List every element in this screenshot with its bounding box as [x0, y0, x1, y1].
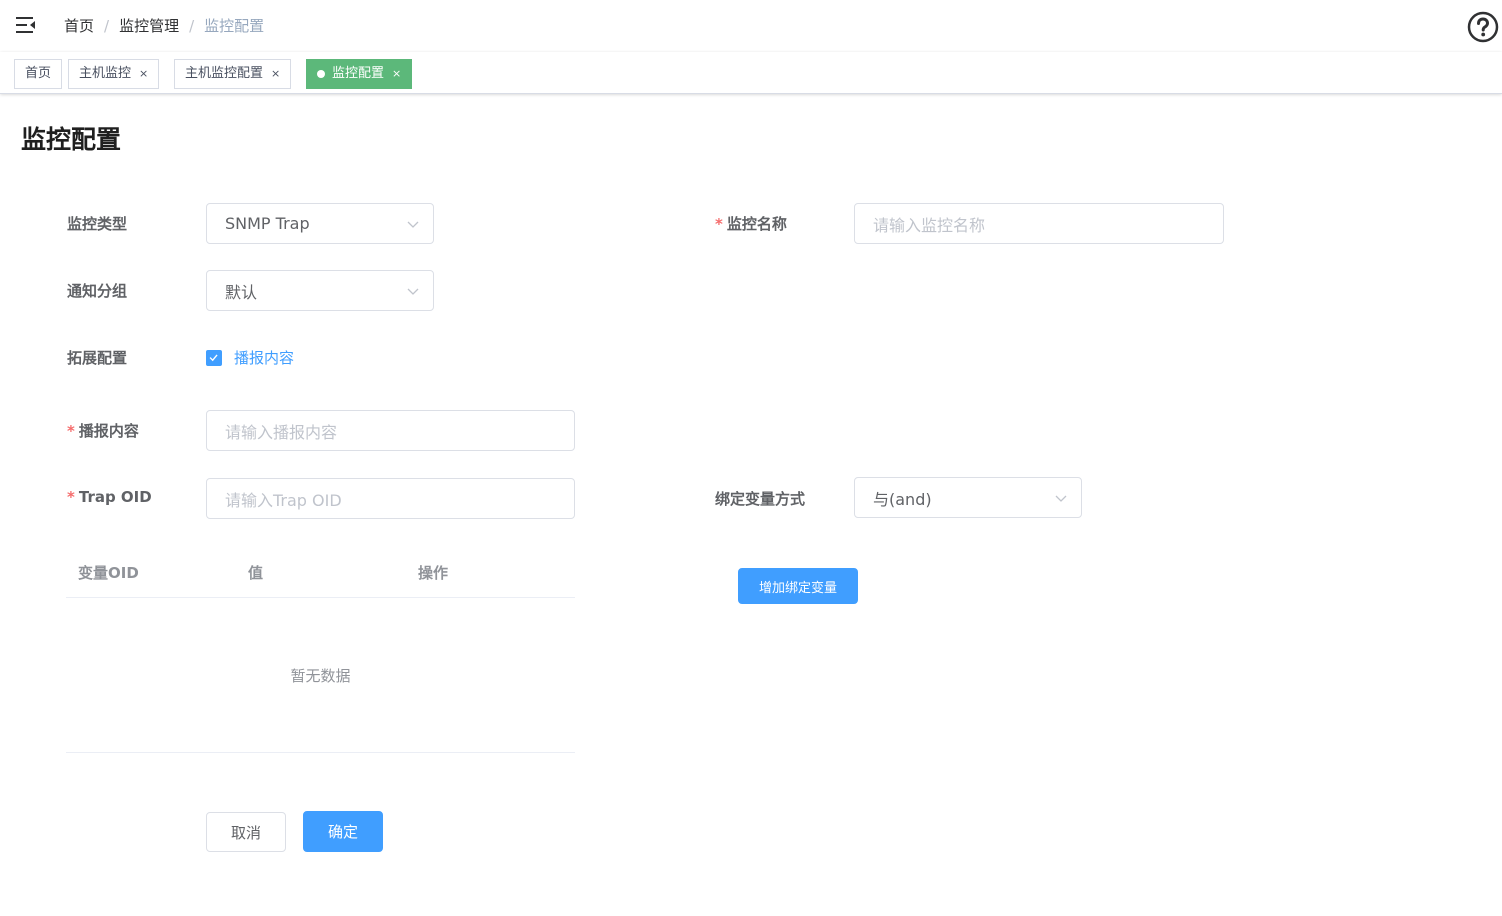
broadcast-label: * 播报内容 [67, 420, 139, 441]
tag-label: 主机监控配置 [185, 66, 264, 81]
bind-mode-value: 与(and) [873, 489, 932, 509]
monitor-name-placeholder: 请输入监控名称 [873, 215, 986, 235]
tag-label: 首页 [25, 66, 52, 81]
notify-group-select[interactable]: 默认 [206, 270, 434, 311]
tag-label: 主机监控 [79, 66, 132, 81]
broadcast-checkbox-label[interactable]: 播报内容 [234, 347, 294, 368]
breadcrumb-home[interactable]: 首页 [64, 15, 94, 36]
bind-mode-label: 绑定变量方式 [715, 490, 806, 508]
question-circle-icon[interactable] [1467, 11, 1499, 43]
notify-group-value: 默认 [225, 282, 258, 302]
chevron-down-icon [407, 221, 419, 228]
required-mark: * [67, 422, 75, 440]
column-header-value: 值 [248, 564, 264, 582]
monitor-name-input[interactable]: 请输入监控名称 [854, 203, 1224, 244]
chevron-down-icon [1055, 495, 1067, 502]
close-icon[interactable]: × [271, 60, 280, 88]
column-header-oid: 变量OID [78, 564, 139, 582]
tag-label: 监控配置 [332, 66, 385, 81]
trap-oid-placeholder: 请输入Trap OID [225, 490, 342, 510]
breadcrumb: 首页 / 监控管理 / 监控配置 [64, 15, 264, 36]
notify-group-label: 通知分组 [67, 282, 128, 300]
add-binding-button[interactable]: 增加绑定变量 [738, 568, 858, 604]
monitor-name-label: * 监控名称 [715, 213, 787, 234]
close-icon[interactable]: × [139, 60, 148, 88]
binding-table-body: 暂无数据 [66, 598, 575, 753]
tags-view: 首页 主机监控 × 主机监控配置 × 监控配置 × [0, 52, 1502, 94]
confirm-button[interactable]: 确定 [303, 811, 383, 852]
page-title: 监控配置 [21, 125, 122, 154]
ext-config-label: 拓展配置 [67, 349, 128, 367]
monitor-type-select[interactable]: SNMP Trap [206, 203, 434, 244]
monitor-type-label: 监控类型 [67, 215, 128, 233]
navbar: 首页 / 监控管理 / 监控配置 [0, 0, 1502, 52]
check-icon [209, 354, 218, 362]
binding-table-header: 变量OID 值 操作 [66, 552, 575, 598]
broadcast-placeholder: 请输入播报内容 [225, 422, 338, 442]
broadcast-checkbox[interactable] [206, 350, 222, 366]
empty-text: 暂无数据 [290, 667, 351, 685]
bind-mode-select[interactable]: 与(and) [854, 477, 1082, 518]
hamburger-fold-icon[interactable] [15, 15, 37, 35]
active-dot-icon [317, 70, 325, 78]
chevron-down-icon [407, 288, 419, 295]
trap-oid-input[interactable]: 请输入Trap OID [206, 478, 575, 519]
trap-oid-label-text: Trap OID [78, 488, 152, 506]
close-icon[interactable]: × [392, 60, 401, 88]
required-mark: * [715, 215, 723, 233]
broadcast-label-text: 播报内容 [78, 422, 139, 440]
breadcrumb-current: 监控配置 [204, 17, 265, 35]
breadcrumb-separator: / [189, 16, 195, 35]
tag-home[interactable]: 首页 [14, 59, 63, 89]
tag-host-monitor-config[interactable]: 主机监控配置 × [174, 59, 292, 89]
tag-host-monitor[interactable]: 主机监控 × [68, 59, 160, 89]
broadcast-input[interactable]: 请输入播报内容 [206, 410, 575, 451]
column-header-actions: 操作 [418, 564, 449, 582]
breadcrumb-separator: / [104, 16, 110, 35]
monitor-name-label-text: 监控名称 [726, 215, 787, 233]
tag-monitor-config[interactable]: 监控配置 × [306, 59, 413, 89]
trap-oid-label: * Trap OID [67, 488, 152, 506]
breadcrumb-monitor-management[interactable]: 监控管理 [119, 15, 179, 36]
monitor-type-value: SNMP Trap [225, 214, 310, 233]
required-mark: * [67, 488, 75, 506]
cancel-button[interactable]: 取消 [206, 812, 286, 852]
